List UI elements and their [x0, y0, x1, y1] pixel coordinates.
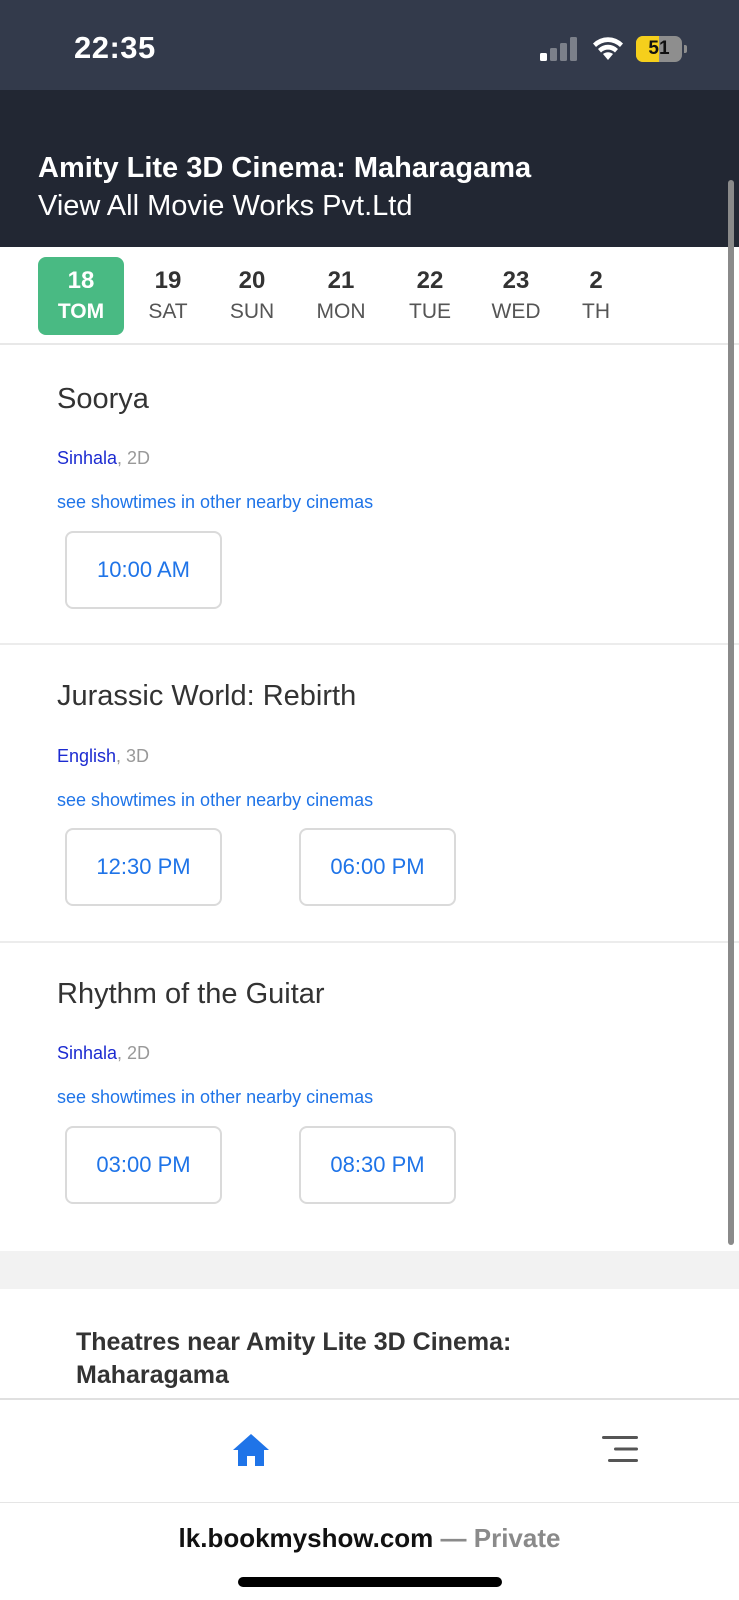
date-number: 20 [238, 267, 266, 294]
date-tab-20[interactable]: 20 SUN [209, 257, 295, 335]
home-icon[interactable] [231, 1432, 271, 1468]
url-text: lk.bookmyshow.com — Private [0, 1523, 739, 1554]
date-tab-24[interactable]: 2 TH [553, 257, 639, 335]
date-day: TH [582, 300, 610, 323]
url-domain: lk.bookmyshow.com [178, 1523, 434, 1553]
movie-meta: Sinhala, 2D [57, 1043, 150, 1064]
signal-icon [540, 37, 577, 61]
movie-title[interactable]: Jurassic World: Rebirth [57, 680, 356, 713]
date-tab-22[interactable]: 22 TUE [387, 257, 473, 335]
movie-meta: Sinhala, 2D [57, 448, 150, 469]
nearby-cinemas-link[interactable]: see showtimes in other nearby cinemas [57, 790, 373, 811]
date-number: 18 [67, 267, 95, 294]
movie-card: Jurassic World: Rebirth English, 3D see … [0, 645, 739, 943]
nearby-cinemas-link[interactable]: see showtimes in other nearby cinemas [57, 492, 373, 513]
battery-level: 51 [648, 38, 670, 59]
movie-language: Sinhala [57, 448, 118, 468]
status-time: 22:35 [74, 30, 156, 65]
movie-title[interactable]: Rhythm of the Guitar [57, 978, 325, 1011]
menu-icon[interactable] [602, 1434, 638, 1464]
page-title: Amity Lite 3D Cinema: Maharagama [38, 152, 532, 184]
date-day: SUN [229, 300, 275, 323]
status-bar: 22:35 51 [0, 0, 739, 90]
date-day: TOM [57, 300, 105, 323]
date-day: MON [316, 300, 366, 323]
section-divider [0, 1251, 739, 1289]
date-number: 19 [154, 267, 182, 294]
date-day: SAT [148, 300, 188, 323]
showtime-button[interactable]: 06:00 PM [299, 828, 456, 906]
private-label: — Private [433, 1523, 561, 1553]
nearby-cinemas-link[interactable]: see showtimes in other nearby cinemas [57, 1087, 373, 1108]
movie-meta: English, 3D [57, 746, 149, 767]
browser-url-bar[interactable]: lk.bookmyshow.com — Private [0, 1502, 739, 1600]
date-number: 2 [589, 267, 603, 294]
cinema-header: Amity Lite 3D Cinema: Maharagama View Al… [0, 90, 739, 247]
date-tab-19[interactable]: 19 SAT [125, 257, 211, 335]
date-day: WED [491, 300, 541, 323]
view-all-movies-link[interactable]: View All Movie Works Pvt.Ltd [38, 190, 412, 223]
movie-card: Soorya Sinhala, 2D see showtimes in othe… [0, 345, 739, 645]
showtime-button[interactable]: 03:00 PM [65, 1126, 222, 1204]
showtime-button[interactable]: 12:30 PM [65, 828, 222, 906]
movie-language: English [57, 746, 117, 766]
date-tab-23[interactable]: 23 WED [473, 257, 559, 335]
date-tab-18[interactable]: 18 TOM [38, 257, 124, 335]
battery-icon: 51 [636, 36, 688, 62]
movie-format: , 2D [117, 448, 151, 468]
movie-language: Sinhala [57, 1043, 118, 1063]
movie-title[interactable]: Soorya [57, 383, 149, 416]
bottom-nav [0, 1398, 739, 1502]
date-number: 23 [502, 267, 530, 294]
home-indicator[interactable] [238, 1577, 502, 1587]
date-number: 21 [327, 267, 355, 294]
movie-format: , 3D [116, 746, 150, 766]
showtime-button[interactable]: 08:30 PM [299, 1126, 456, 1204]
movie-card: Rhythm of the Guitar Sinhala, 2D see sho… [0, 943, 739, 1251]
movie-format: , 2D [117, 1043, 151, 1063]
date-selector: 18 TOM 19 SAT 20 SUN 21 MON 22 TUE 23 WE… [0, 247, 739, 345]
wifi-icon [593, 37, 623, 60]
scrollbar[interactable] [728, 180, 734, 1245]
date-day: TUE [409, 300, 451, 323]
showtime-button[interactable]: 10:00 AM [65, 531, 222, 609]
theatres-near-heading: Theatres near Amity Lite 3D Cinema: Maha… [76, 1328, 512, 1389]
date-number: 22 [416, 267, 444, 294]
date-tab-21[interactable]: 21 MON [298, 257, 384, 335]
